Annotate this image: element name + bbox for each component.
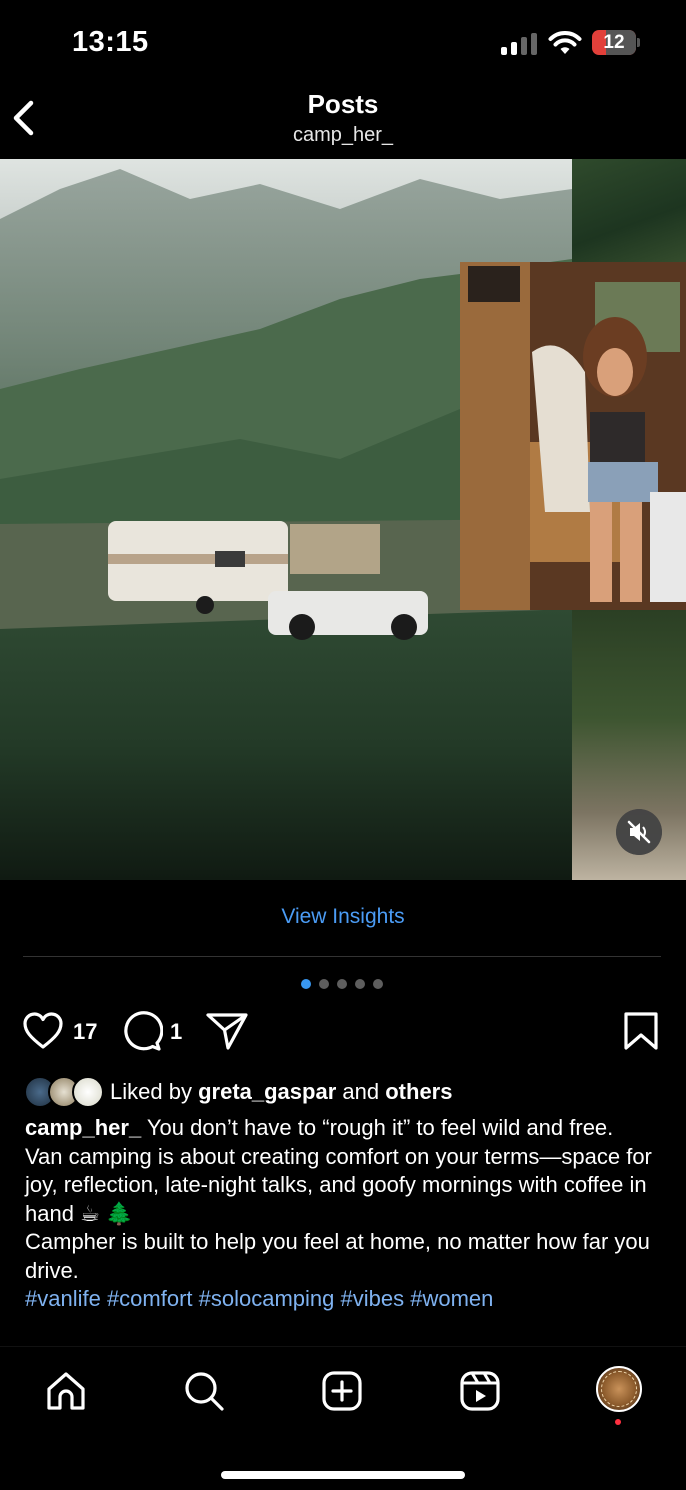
carousel-dot [355, 979, 365, 989]
bottom-tab-bar [0, 1346, 686, 1490]
battery-level: 12 [603, 32, 625, 53]
liked-by-row[interactable]: Liked by greta_gaspar and others [24, 1076, 664, 1108]
caption-text: Campher is built to help you feel at hom… [25, 1229, 650, 1283]
carousel-dot [373, 979, 383, 989]
liked-by-username[interactable]: greta_gaspar [198, 1079, 336, 1104]
caption-author[interactable]: camp_her_ [25, 1115, 141, 1140]
home-icon[interactable] [44, 1369, 88, 1413]
bookmark-icon[interactable] [622, 1010, 660, 1052]
carousel-dot [301, 979, 311, 989]
profile-avatar[interactable] [596, 1366, 642, 1412]
post-media-carousel[interactable] [0, 159, 686, 880]
caption-text: You don’t have to “rough it” to feel wil… [146, 1115, 614, 1140]
wifi-icon [548, 31, 582, 54]
carousel-dot [337, 979, 347, 989]
post-actions: 17 1 [0, 1010, 686, 1056]
create-icon[interactable] [320, 1369, 364, 1413]
like-count[interactable]: 17 [73, 1019, 97, 1045]
caption-clip: camp_her_ You don’t have to “rough it” t… [0, 1114, 686, 1346]
header-username[interactable]: camp_her_ [0, 124, 686, 147]
view-insights-link[interactable]: View Insights [0, 905, 686, 929]
home-indicator[interactable] [221, 1471, 465, 1479]
comment-icon[interactable] [121, 1010, 163, 1052]
side-photo-foliage [572, 159, 686, 263]
carousel-dot [319, 979, 329, 989]
cellular-signal-icon [501, 33, 537, 55]
liked-by-and: and [342, 1079, 380, 1104]
caption-line: camp_her_ You don’t have to “rough it” t… [25, 1114, 655, 1143]
comment-count[interactable]: 1 [170, 1019, 182, 1045]
liked-by-prefix: Liked by [110, 1079, 192, 1104]
heart-icon[interactable] [22, 1010, 64, 1052]
liked-by-text[interactable]: Liked by greta_gaspar and others [110, 1079, 452, 1105]
share-send-icon[interactable] [205, 1010, 249, 1052]
post-photo-van-interior [460, 262, 686, 610]
page-title: Posts [307, 89, 379, 119]
speaker-muted-icon[interactable] [616, 809, 662, 855]
status-bar: 13:15 12 [0, 0, 686, 86]
divider [23, 956, 661, 957]
search-icon[interactable] [182, 1369, 226, 1413]
battery-indicator: 12 [592, 30, 640, 55]
status-time: 13:15 [72, 26, 149, 58]
posts-header: Posts camp_her_ [0, 86, 686, 158]
caption-hashtags[interactable]: #vanlife #comfort #solocamping #vibes #w… [25, 1285, 655, 1314]
notification-dot [615, 1419, 621, 1425]
avatar [72, 1076, 104, 1108]
liked-by-others[interactable]: others [385, 1079, 452, 1104]
reels-icon[interactable] [458, 1369, 502, 1413]
caption-text: Van camping is about creating comfort on… [25, 1143, 652, 1226]
post-caption: camp_her_ You don’t have to “rough it” t… [25, 1114, 655, 1314]
